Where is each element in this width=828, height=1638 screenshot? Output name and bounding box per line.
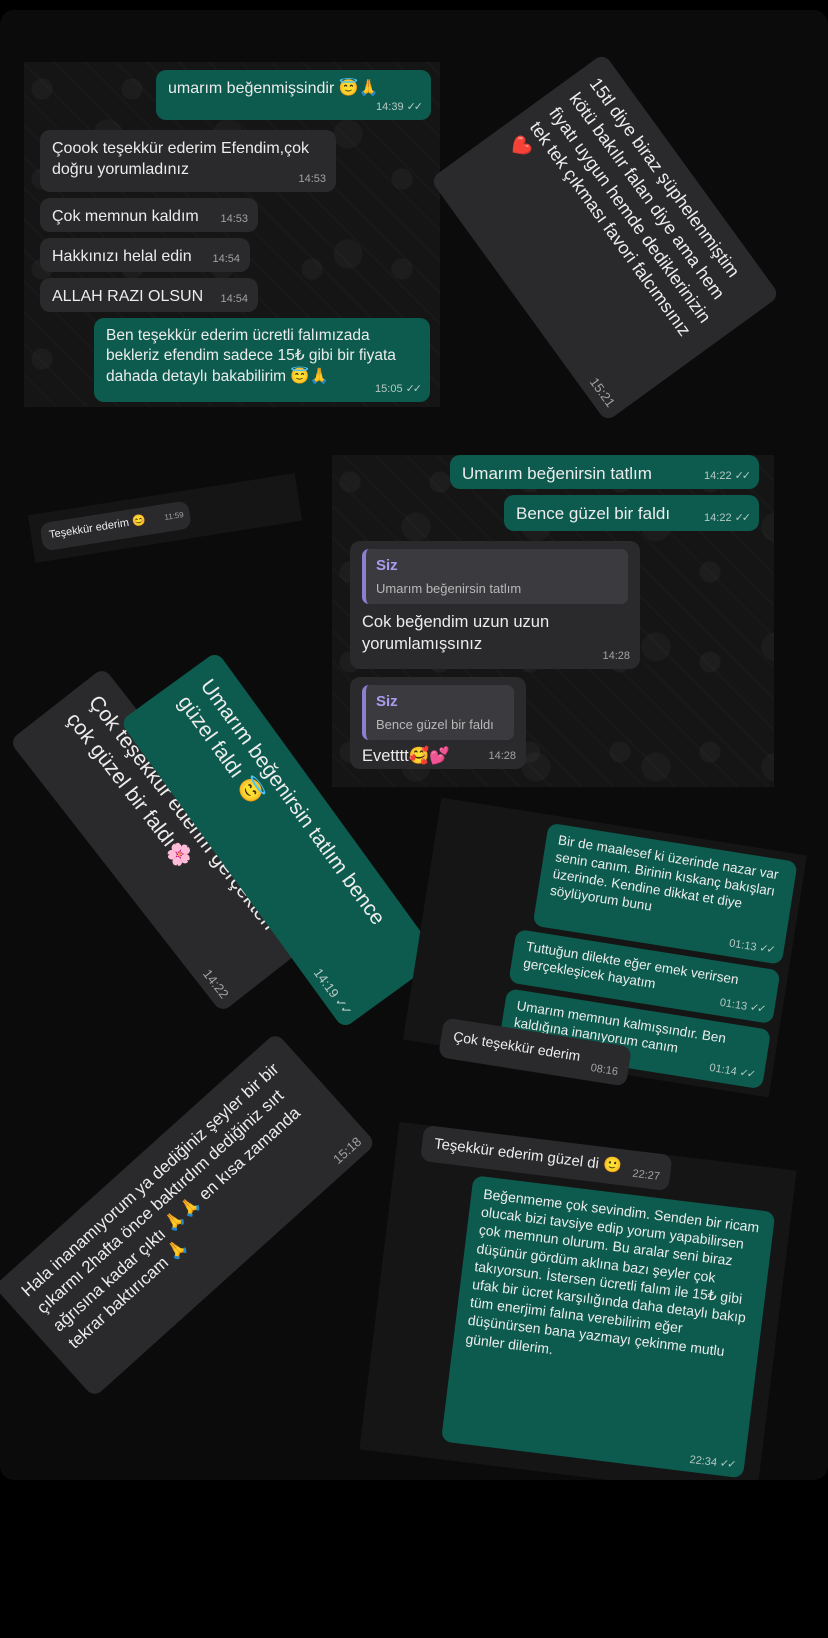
chat-screenshot-8: Hala inanamıyorum ya dediğiniz şeyler bi… [0, 1032, 377, 1398]
message-time: 14:22 [200, 966, 232, 1002]
read-receipt-icon: ✓✓ [405, 383, 423, 396]
read-receipt-icon: ✓✓ [331, 994, 355, 1018]
message-text: Hakkınızı helal edin [52, 248, 192, 265]
reply-bubble: Siz Umarım beğenirsin tatlım Cok beğendi… [350, 541, 640, 669]
message-text: Cok beğendim uzun uzun yorumlamışsınız [362, 612, 550, 653]
message-text: Bir de maalesef ki üzerinde nazar var se… [549, 832, 780, 914]
read-receipt-icon: ✓✓ [406, 101, 424, 114]
message-bubble: Teşekkür ederim 😊 11:59 [39, 500, 192, 552]
quoted-message[interactable]: Siz Bence güzel bir faldı [362, 685, 514, 740]
chat-screenshot-9: Teşekkür ederim güzel di 🙂 22:27 Beğenme… [359, 1121, 797, 1480]
read-receipt-icon: ✓✓ [719, 1457, 736, 1471]
message-time: 14:28 [602, 650, 630, 663]
quote-text: Umarım beğenirsin tatlım [376, 580, 522, 596]
read-receipt-icon: ✓✓ [748, 1001, 766, 1016]
message-text: Umarım beğenirsin tatlım [462, 464, 652, 483]
message-bubble: 15tl diye biraz şüphelenmiştim kötü bakı… [429, 52, 781, 423]
message-time: 14:22 ✓✓ [704, 470, 752, 483]
message-time: 14:19✓✓ [310, 965, 355, 1018]
message-bubble: Bence güzel bir faldı 14:22 ✓✓ [504, 495, 759, 531]
message-time: 01:13✓✓ [728, 937, 775, 957]
chat-screenshot-3: Teşekkür ederim 😊 11:59 [27, 473, 303, 563]
message-text: 15tl diye biraz şüphelenmiştim kötü bakı… [505, 74, 744, 341]
message-bubble: Çoook teşekkür ederim Efendim,çok doğru … [40, 130, 336, 192]
message-bubble: Beğenmeme çok sevindim. Senden bir ricam… [440, 1175, 776, 1479]
message-text: Evetttt🥰💕 [362, 746, 450, 765]
message-text: Bence güzel bir faldı [516, 504, 671, 523]
read-receipt-icon: ✓✓ [734, 470, 752, 483]
message-time: 15:21 [586, 374, 619, 410]
message-time: 22:27 [631, 1168, 661, 1184]
message-time: 14:54 [212, 253, 240, 266]
message-text: Ben teşekkür ederim ücretli falımızada b… [106, 327, 396, 385]
quote-author: Siz [376, 557, 398, 574]
message-time: 14:53 [220, 213, 248, 226]
message-bubble: Çok memnun kaldım 14:53 [40, 198, 258, 232]
message-bubble: ALLAH RAZI OLSUN 14:54 [40, 278, 258, 312]
message-text: Teşekkür ederim güzel di 🙂 [433, 1135, 623, 1176]
message-time: 14:53 [298, 173, 326, 186]
chat-screenshot-2: 15tl diye biraz şüphelenmiştim kötü bakı… [429, 52, 781, 423]
read-receipt-icon: ✓✓ [738, 1066, 755, 1082]
message-time: 15:05 ✓✓ [375, 383, 423, 396]
message-bubble: Ben teşekkür ederim ücretli falımızada b… [94, 318, 430, 402]
read-receipt-icon: ✓✓ [734, 512, 752, 525]
message-text: Beğenmeme çok sevindim. Senden bir ricam… [464, 1185, 761, 1360]
message-bubble: Hakkınızı helal edin 14:54 [40, 238, 250, 272]
quote-text: Bence güzel bir faldı [376, 716, 494, 732]
reply-bubble: Siz Bence güzel bir faldı Evetttt🥰💕 14:2… [350, 677, 526, 769]
message-bubble: umarım beğenmişsindir 😇🙏 14:39 ✓✓ [156, 70, 431, 120]
message-text: Hala inanamıyorum ya dediğiniz şeyler bi… [17, 1059, 304, 1353]
message-time: 14:28 [488, 750, 516, 763]
message-time: 08:16 [589, 1062, 619, 1079]
message-time: 01:13✓✓ [718, 996, 766, 1016]
message-time: 14:39 ✓✓ [376, 101, 424, 114]
quote-author: Siz [376, 693, 398, 710]
collage-canvas: umarım beğenmişsindir 😇🙏 14:39 ✓✓ Çoook t… [0, 10, 828, 1480]
message-time: 14:22 ✓✓ [704, 512, 752, 525]
message-bubble: Teşekkür ederim güzel di 🙂 22:27 [420, 1124, 673, 1192]
message-time: 01:14✓✓ [708, 1062, 755, 1082]
message-bubble: Umarım beğenirsin tatlım 14:22 ✓✓ [450, 455, 759, 489]
message-time: 11:59 [163, 510, 185, 523]
chat-screenshot-1: umarım beğenmişsindir 😇🙏 14:39 ✓✓ Çoook t… [24, 62, 440, 407]
message-text: umarım beğenmişsindir 😇🙏 [168, 80, 379, 97]
message-text: Teşekkür ederim 😊 [48, 514, 147, 542]
message-time: 15:18 [330, 1133, 365, 1167]
read-receipt-icon: ✓✓ [758, 942, 775, 957]
chat-screenshot-4: Umarım beğenirsin tatlım 14:22 ✓✓ Bence g… [332, 455, 774, 787]
message-bubble: Hala inanamıyorum ya dediğiniz şeyler bi… [0, 1032, 377, 1398]
message-text: Çoook teşekkür ederim Efendim,çok doğru … [52, 140, 309, 179]
quoted-message[interactable]: Siz Umarım beğenirsin tatlım [362, 549, 628, 604]
message-text: Çok memnun kaldım [52, 208, 199, 225]
message-text: ALLAH RAZI OLSUN [52, 288, 204, 305]
message-time: 22:34 ✓✓ [688, 1453, 736, 1471]
message-time: 14:54 [220, 293, 248, 306]
